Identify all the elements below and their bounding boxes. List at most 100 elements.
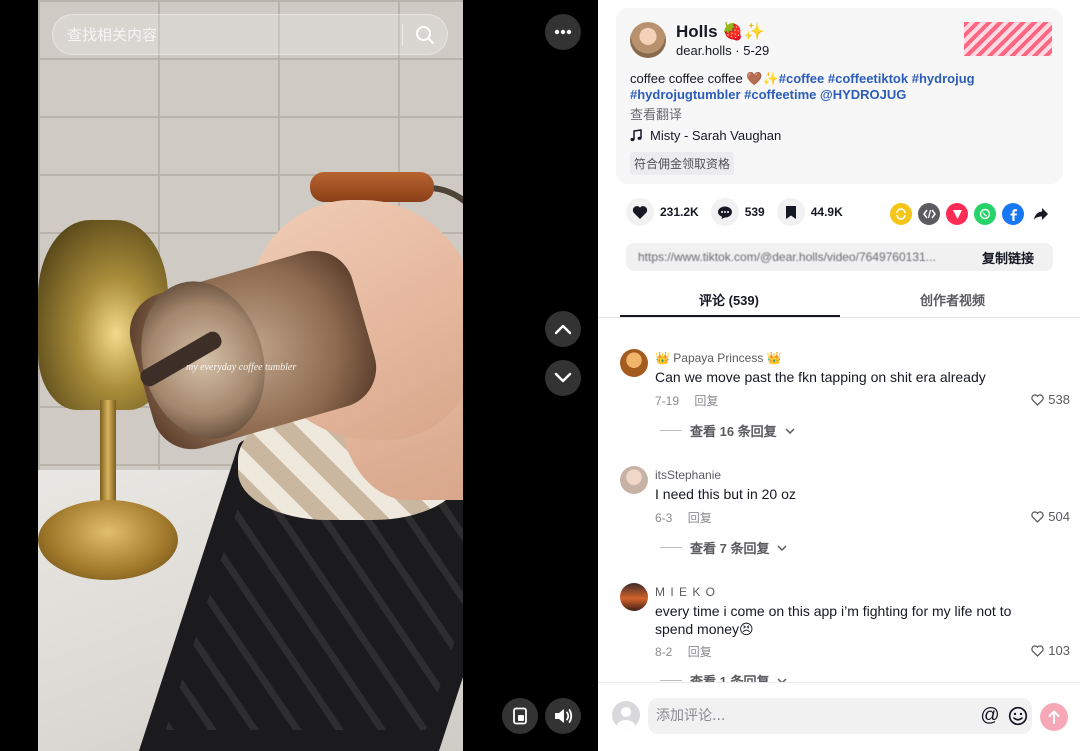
comment-list[interactable]: 👑 Papaya Princess 👑 Can we move past the… — [598, 335, 1080, 682]
video-kettle-handle — [310, 172, 434, 202]
next-video-button[interactable] — [545, 360, 581, 396]
hashtag-link[interactable]: #hydrojugtumbler — [630, 87, 741, 102]
translate-link[interactable]: 查看翻译 — [630, 104, 682, 123]
video-link-box: https://www.tiktok.com/@dear.holls/video… — [626, 243, 1053, 271]
view-replies-label: 查看 16 条回复 — [690, 424, 777, 439]
embed-icon[interactable] — [918, 203, 940, 225]
panel-tabs: 评论 (539) 创作者视频 — [598, 280, 1080, 318]
follow-sticker[interactable] — [964, 22, 1052, 56]
video-link-url[interactable]: https://www.tiktok.com/@dear.holls/video… — [626, 250, 963, 264]
author-avatar[interactable] — [630, 22, 666, 58]
picture-in-picture-button[interactable] — [502, 698, 538, 734]
music-title: Misty - Sarah Vaughan — [650, 128, 782, 143]
chevron-down-icon — [777, 544, 787, 551]
view-replies-button[interactable]: 查看 16 条回复 — [660, 421, 795, 440]
commenter-avatar[interactable] — [620, 349, 648, 377]
comment-meta: 8-2 回复 — [655, 643, 724, 660]
commenter-avatar[interactable] — [620, 583, 648, 611]
heart-outline-icon — [1031, 644, 1045, 657]
mention-link[interactable]: @HYDROJUG — [820, 87, 906, 102]
comment-like-button[interactable]: 538 — [1031, 392, 1070, 407]
comment-text: Can we move past the fkn tapping on shit… — [655, 369, 986, 385]
action-bar: 231.2K 539 44.9K — [626, 198, 855, 226]
send-icon[interactable] — [946, 203, 968, 225]
tab-comments[interactable]: 评论 (539) — [699, 290, 759, 309]
reply-button[interactable]: 回复 — [688, 645, 712, 659]
active-tab-indicator — [620, 315, 840, 317]
like-button[interactable]: 231.2K — [626, 198, 699, 226]
search-icon — [416, 25, 434, 44]
reply-button[interactable]: 回复 — [688, 511, 712, 525]
facebook-icon[interactable] — [1002, 203, 1024, 225]
author-meta: dear.holls · 5-29 — [676, 43, 769, 58]
view-replies-label: 查看 1 条回复 — [690, 674, 770, 682]
more-options-button[interactable] — [545, 14, 581, 50]
emoji-button[interactable] — [1004, 702, 1032, 730]
commenter-avatar[interactable] — [620, 466, 648, 494]
hashtag-link[interactable]: #coffee — [779, 71, 825, 86]
chevron-down-icon — [785, 427, 795, 434]
comment-bubble-icon — [717, 206, 732, 219]
commenter-name[interactable]: M I E K O — [655, 585, 716, 599]
bookmark-icon — [785, 205, 796, 219]
comment-like-button[interactable]: 504 — [1031, 509, 1070, 524]
replies-line — [660, 430, 682, 431]
music-note-icon — [630, 129, 642, 142]
music-link[interactable]: Misty - Sarah Vaughan — [630, 128, 781, 143]
more-dots-icon — [554, 29, 572, 35]
view-replies-button[interactable]: 查看 1 条回复 — [660, 671, 787, 682]
commenter-name[interactable]: 👑 Papaya Princess 👑 — [655, 351, 782, 365]
whatsapp-icon[interactable] — [974, 203, 996, 225]
comment-date: 6-3 — [655, 511, 673, 525]
comment-count: 539 — [744, 205, 765, 219]
heart-icon — [632, 205, 648, 219]
comment-date: 8-2 — [655, 645, 673, 659]
reply-button[interactable]: 回复 — [694, 394, 718, 408]
share-arrow-icon[interactable] — [1030, 203, 1052, 225]
comment-item: M I E K O every time i come on this app … — [620, 569, 1070, 682]
comment-input-wrapper: @ — [648, 698, 1032, 734]
comment-meta: 7-19 回复 — [655, 392, 730, 409]
commenter-name[interactable]: itsStephanie — [655, 468, 721, 482]
chevron-up-icon — [554, 324, 572, 335]
search-button[interactable] — [403, 14, 447, 55]
comment-text: every time i come on this app i’m fighti… — [655, 603, 1012, 637]
share-icons — [890, 203, 1052, 225]
hashtag-link[interactable]: #coffeetiktok — [828, 71, 908, 86]
comment-button[interactable]: 539 — [710, 198, 765, 226]
comment-composer: @ — [598, 682, 1080, 751]
post-info-card: Holls 🍓✨ dear.holls · 5-29 coffee coffee… — [616, 8, 1063, 184]
video-player[interactable]: my everyday coffee tumbler — [0, 0, 598, 751]
tab-creator-videos[interactable]: 创作者视频 — [920, 290, 985, 309]
repost-icon[interactable] — [890, 203, 912, 225]
commission-badge: 符合佣金领取资格 — [630, 152, 735, 175]
video-lamp-base — [38, 500, 178, 580]
mention-icon[interactable]: @ — [976, 702, 1004, 730]
volume-button[interactable] — [545, 698, 581, 734]
comment-meta: 6-3 回复 — [655, 509, 724, 526]
video-frame[interactable]: my everyday coffee tumbler — [38, 0, 463, 751]
comment-like-button[interactable]: 103 — [1031, 643, 1070, 658]
author-handle[interactable]: dear.holls — [676, 43, 732, 58]
hashtag-link[interactable]: #hydrojug — [912, 71, 975, 86]
emoji-icon — [1008, 706, 1028, 726]
current-user-avatar[interactable] — [612, 701, 640, 729]
post-date: 5-29 — [743, 43, 770, 58]
replies-line — [660, 680, 682, 681]
save-count: 44.9K — [810, 205, 843, 219]
comment-item: 👑 Papaya Princess 👑 Can we move past the… — [620, 335, 1070, 451]
save-button[interactable]: 44.9K — [776, 198, 843, 226]
copy-link-button[interactable]: 复制链接 — [963, 248, 1053, 267]
send-comment-button[interactable] — [1040, 703, 1068, 731]
description-text: coffee coffee coffee 🤎✨ — [630, 71, 779, 86]
previous-video-button[interactable] — [545, 311, 581, 347]
author-name[interactable]: Holls 🍓✨ — [676, 22, 765, 42]
pip-icon — [513, 707, 527, 725]
chevron-down-icon — [554, 372, 572, 383]
hashtag-link[interactable]: #coffeetime — [744, 87, 816, 102]
arrow-up-icon — [1048, 710, 1060, 724]
volume-icon — [555, 709, 573, 723]
view-replies-button[interactable]: 查看 7 条回复 — [660, 538, 787, 557]
comment-input[interactable] — [648, 708, 976, 724]
search-input[interactable] — [53, 25, 402, 44]
